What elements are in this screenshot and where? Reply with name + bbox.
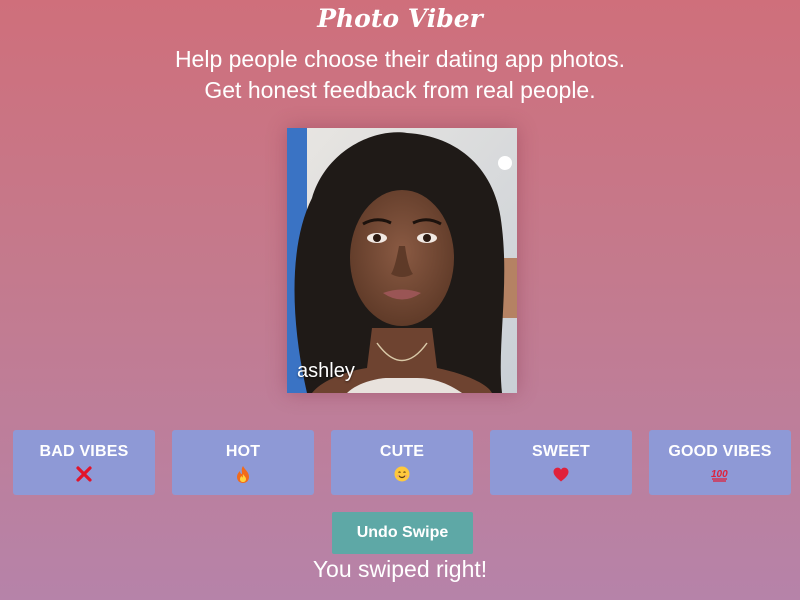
profile-photo <box>287 128 517 393</box>
swipe-status-text: You swiped right! <box>312 556 488 582</box>
sweet-button[interactable]: SWEET <box>490 430 632 495</box>
good-vibes-button[interactable]: GOOD VIBES 100 <box>649 430 791 495</box>
profile-name: ashley <box>297 360 355 382</box>
profile-photo-card[interactable]: ashley <box>287 128 517 393</box>
bad-vibes-button[interactable]: BAD VIBES <box>13 430 155 495</box>
hundred-points-icon: 100 <box>711 465 729 483</box>
hot-button[interactable]: HOT <box>172 430 314 495</box>
fire-icon <box>234 465 252 483</box>
smiling-face-icon <box>393 465 411 483</box>
red-heart-icon <box>552 465 570 483</box>
good-vibes-label: GOOD VIBES <box>668 443 772 460</box>
undo-swipe-button[interactable]: Undo Swipe <box>332 512 473 554</box>
tagline-line-2: Get honest feedback from real people. <box>204 77 596 103</box>
cute-label: CUTE <box>379 443 425 460</box>
tagline-line-1: Help people choose their dating app phot… <box>174 46 626 72</box>
hot-label: HOT <box>225 443 261 460</box>
app-title: Photo Viber <box>317 4 483 33</box>
vote-button-row: BAD VIBES HOT CUTE SWEET GOOD VIBES 100 <box>13 430 791 495</box>
cute-button[interactable]: CUTE <box>331 430 473 495</box>
cross-mark-icon <box>75 465 93 483</box>
sweet-label: SWEET <box>532 443 590 460</box>
bad-vibes-label: BAD VIBES <box>39 443 129 460</box>
